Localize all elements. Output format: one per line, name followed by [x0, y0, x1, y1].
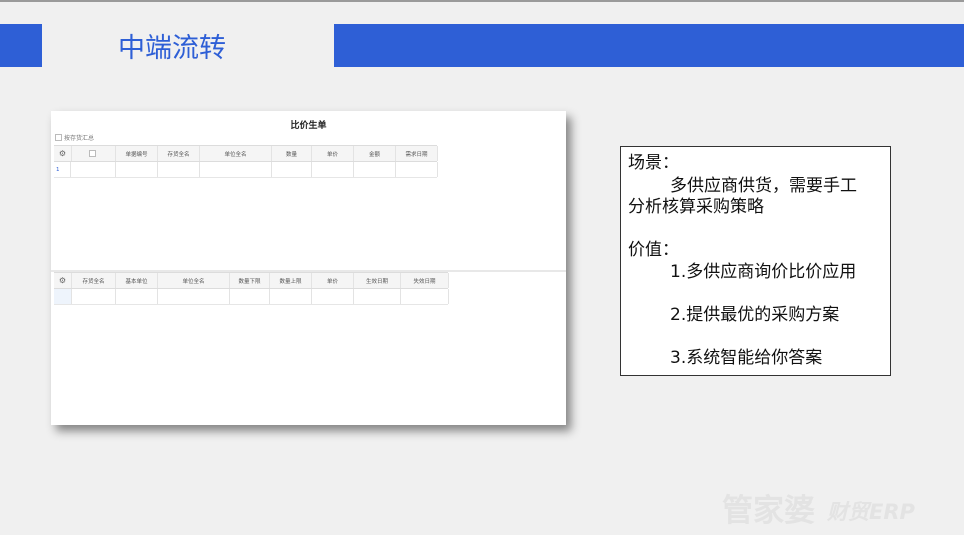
- title-band-right: [334, 24, 964, 67]
- table-cell[interactable]: [200, 162, 272, 177]
- table-cell[interactable]: [312, 162, 354, 177]
- column-header[interactable]: 数量: [272, 146, 312, 161]
- column-header[interactable]: 生效日期: [354, 273, 401, 288]
- summary-checkbox-label: 按存货汇总: [64, 135, 95, 142]
- lower-table-header: ⚙ 存货全名 基本单位 单位全名 数量下限 数量上限 单价 生效日期 失效日期: [54, 272, 449, 289]
- upper-table-header: ⚙ 单据编号 存货全名 单位全名 数量 单价 金额 需求日期: [54, 145, 438, 162]
- select-all-checkbox-cell[interactable]: [72, 146, 116, 161]
- column-header[interactable]: 单位全名: [158, 273, 230, 288]
- scene-label: 场景：: [628, 153, 679, 173]
- table-cell[interactable]: [354, 162, 396, 177]
- column-header[interactable]: 单据编号: [116, 146, 158, 161]
- row-number: 1: [54, 162, 71, 177]
- table-cell[interactable]: [401, 289, 449, 304]
- column-header[interactable]: 需求日期: [396, 146, 438, 161]
- table-cell[interactable]: [354, 289, 401, 304]
- title-band-left: [0, 24, 42, 67]
- summary-by-item-option[interactable]: 按存货汇总: [55, 133, 94, 142]
- table-cell[interactable]: [230, 289, 270, 304]
- window-title: 比价生单: [290, 121, 327, 131]
- row-number: [54, 289, 72, 304]
- value-item-1: 1.多供应商询价比价应用: [670, 262, 857, 282]
- table-cell[interactable]: [72, 162, 116, 177]
- table-cell[interactable]: [116, 289, 158, 304]
- table-cell[interactable]: [116, 162, 158, 177]
- column-header[interactable]: 单价: [312, 146, 354, 161]
- column-header[interactable]: 数量下限: [230, 273, 270, 288]
- table-row[interactable]: [54, 289, 449, 305]
- scene-text-line-2: 分析核算采购策略: [628, 197, 764, 217]
- value-item-2: 2.提供最优的采购方案: [670, 305, 840, 325]
- upper-table: ⚙ 单据编号 存货全名 单位全名 数量 单价 金额 需求日期 1: [54, 145, 438, 178]
- table-cell[interactable]: [158, 162, 200, 177]
- summary-checkbox[interactable]: [55, 134, 62, 141]
- table-cell[interactable]: [312, 289, 354, 304]
- value-label: 价值：: [628, 240, 679, 260]
- scene-text-line-1: 多供应商供货，需要手工: [670, 176, 857, 196]
- brand-logo-subtext: 财贸ERP: [827, 500, 915, 524]
- table-cell[interactable]: [158, 289, 230, 304]
- table-row[interactable]: 1: [54, 162, 438, 178]
- column-header[interactable]: 单价: [312, 273, 354, 288]
- table-cell[interactable]: [272, 162, 312, 177]
- lower-table: ⚙ 存货全名 基本单位 单位全名 数量下限 数量上限 单价 生效日期 失效日期: [54, 272, 449, 305]
- slide-title: 中端流转: [118, 33, 226, 64]
- price-compare-window: 比价生单 按存货汇总 ⚙ 单据编号 存货全名 单位全名 数量 单价 金额 需求日…: [51, 111, 566, 425]
- value-item-3: 3.系统智能给你答案: [670, 348, 823, 368]
- top-border-line: [0, 0, 964, 2]
- table-cell[interactable]: [396, 162, 438, 177]
- settings-gear-icon[interactable]: ⚙: [54, 146, 72, 161]
- column-header[interactable]: 存货全名: [72, 273, 116, 288]
- column-header[interactable]: 失效日期: [401, 273, 449, 288]
- column-header[interactable]: 数量上限: [270, 273, 312, 288]
- column-header[interactable]: 单位全名: [200, 146, 272, 161]
- scene-value-textbox: 场景： 多供应商供货，需要手工 分析核算采购策略 价值： 1.多供应商询价比价应…: [620, 146, 891, 376]
- column-header[interactable]: 存货全名: [158, 146, 200, 161]
- table-cell[interactable]: [72, 289, 116, 304]
- table-cell[interactable]: [270, 289, 312, 304]
- column-header[interactable]: 基本单位: [116, 273, 158, 288]
- column-header[interactable]: 金额: [354, 146, 396, 161]
- select-all-checkbox[interactable]: [89, 150, 96, 157]
- brand-logo-text: 管家婆: [722, 493, 815, 529]
- settings-gear-icon[interactable]: ⚙: [54, 273, 72, 288]
